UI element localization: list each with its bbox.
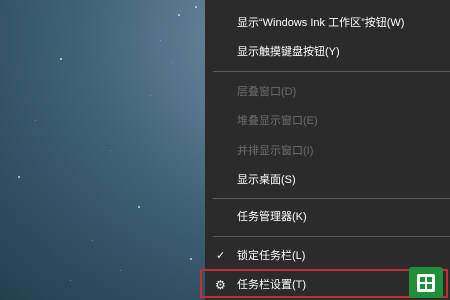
taskbar-context-menu: 显示“Windows Ink 工作区”按钮(W) 显示触摸键盘按钮(Y) 层叠窗… — [205, 0, 450, 300]
menu-item-label: 锁定任务栏(L) — [237, 250, 306, 262]
menu-separator — [213, 71, 450, 72]
menu-separator — [213, 236, 450, 237]
windows-logo-badge-icon — [409, 267, 443, 298]
menu-item-show-desktop[interactable]: 显示桌面(S) — [205, 169, 450, 191]
menu-separator — [213, 198, 450, 199]
menu-item-label: 任务管理器(K) — [237, 211, 307, 223]
menu-item-lock-taskbar[interactable]: ✓ 锁定任务栏(L) — [205, 245, 450, 267]
menu-item-label: 显示触摸键盘按钮(Y) — [237, 46, 340, 58]
menu-item-label: 堆叠显示窗口(E) — [237, 115, 318, 127]
menu-item-label: 层叠窗口(D) — [237, 86, 297, 98]
menu-item-show-windows-ink-workspace-button[interactable]: 显示“Windows Ink 工作区”按钮(W) — [205, 12, 450, 34]
checkmark-icon: ✓ — [216, 250, 226, 262]
windows-logo-icon — [420, 277, 432, 289]
menu-item-stack-windows: 堆叠显示窗口(E) — [205, 110, 450, 132]
menu-item-label: 显示桌面(S) — [237, 174, 296, 186]
menu-item-side-by-side-windows: 并排显示窗口(I) — [205, 140, 450, 162]
menu-item-show-touch-keyboard-button[interactable]: 显示触摸键盘按钮(Y) — [205, 41, 450, 63]
menu-item-label: 并排显示窗口(I) — [237, 145, 314, 157]
menu-item-label: 显示“Windows Ink 工作区”按钮(W) — [237, 17, 405, 29]
menu-item-task-manager[interactable]: 任务管理器(K) — [205, 206, 450, 228]
menu-item-cascade-windows: 层叠窗口(D) — [205, 81, 450, 103]
